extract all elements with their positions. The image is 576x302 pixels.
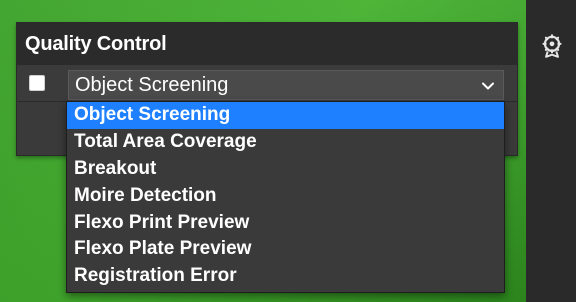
qc-type-select[interactable]: Object Screening bbox=[68, 70, 504, 100]
quality-control-checkbox[interactable] bbox=[29, 75, 45, 91]
dropdown-option-moire-detection[interactable]: Moire Detection bbox=[67, 183, 504, 210]
dropdown-option-breakout[interactable]: Breakout bbox=[67, 156, 504, 183]
dropdown-option-total-area-coverage[interactable]: Total Area Coverage bbox=[67, 129, 504, 156]
qc-type-selected-value: Object Screening bbox=[75, 73, 229, 96]
panel-control-row: Object Screening bbox=[17, 65, 517, 100]
panel-title: Quality Control bbox=[17, 23, 517, 65]
dropdown-option-object-screening[interactable]: Object Screening bbox=[67, 102, 504, 129]
dropdown-option-flexo-plate-preview[interactable]: Flexo Plate Preview bbox=[67, 236, 504, 263]
qc-type-dropdown-menu: Object Screening Total Area Coverage Bre… bbox=[66, 101, 505, 293]
right-toolbar bbox=[526, 0, 576, 302]
dropdown-option-registration-error[interactable]: Registration Error bbox=[67, 263, 504, 290]
dropdown-option-flexo-print-preview[interactable]: Flexo Print Preview bbox=[67, 210, 504, 237]
chevron-down-icon bbox=[482, 82, 494, 90]
badge-settings-icon[interactable] bbox=[539, 33, 565, 59]
